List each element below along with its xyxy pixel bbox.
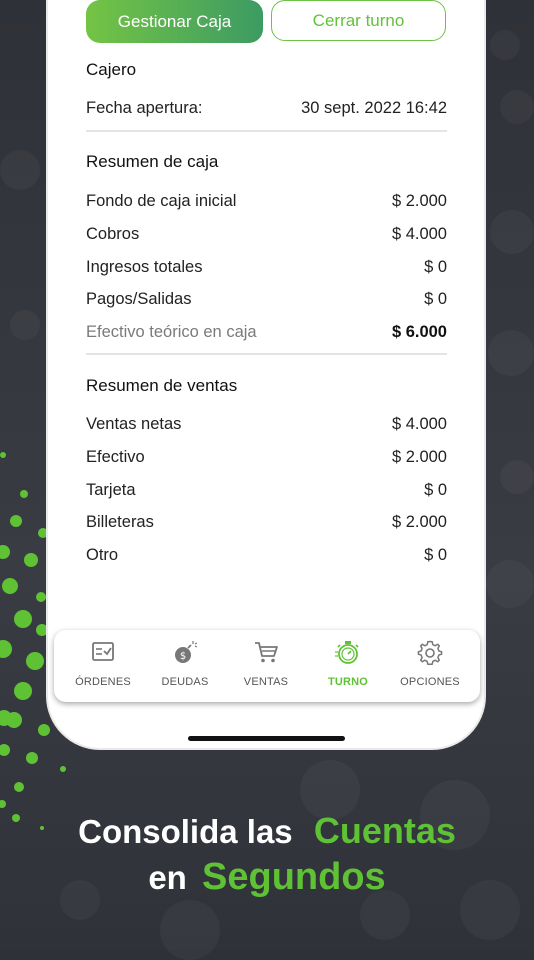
headline-highlight: Cuentas bbox=[313, 810, 456, 851]
row-value: $ 0 bbox=[424, 257, 447, 276]
divider bbox=[86, 353, 447, 355]
cerrar-turno-button[interactable]: Cerrar turno bbox=[271, 0, 446, 41]
row-value: $ 4.000 bbox=[391, 224, 447, 243]
row-value: $ 0 bbox=[424, 289, 447, 308]
row-label: Ventas netas bbox=[86, 414, 182, 433]
headline-text: en bbox=[148, 859, 187, 896]
row-value: $ 2.000 bbox=[391, 191, 447, 210]
sales-row: Ventas netas $ 4.000 bbox=[86, 412, 447, 436]
row-label: Fondo de caja inicial bbox=[86, 191, 237, 210]
tab-label: OPCIONES bbox=[400, 676, 460, 688]
row-value: $ 0 bbox=[424, 545, 447, 564]
resumen-caja-title: Resumen de caja bbox=[86, 152, 219, 171]
summary-row: Cobros $ 4.000 bbox=[86, 222, 447, 246]
divider bbox=[86, 130, 447, 132]
cart-icon bbox=[255, 642, 278, 663]
row-label: Efectivo bbox=[86, 447, 145, 466]
orders-icon bbox=[92, 642, 114, 661]
row-value: $ 0 bbox=[424, 480, 447, 499]
tab-turno[interactable]: TURNO bbox=[308, 638, 388, 698]
fecha-apertura-row: Fecha apertura: 30 sept. 2022 16:42 bbox=[86, 96, 447, 120]
headline-text: Consolida las bbox=[78, 813, 293, 850]
cajero-title: Cajero bbox=[86, 60, 137, 79]
headline-line-1: Consolida las Cuentas bbox=[0, 810, 534, 852]
summary-row: Pagos/Salidas $ 0 bbox=[86, 287, 447, 311]
tab-label: ÓRDENES bbox=[75, 676, 131, 688]
row-value: $ 4.000 bbox=[391, 414, 447, 433]
fecha-apertura-value: 30 sept. 2022 16:42 bbox=[301, 98, 447, 117]
tab-ordenes[interactable]: ÓRDENES bbox=[63, 638, 143, 698]
summary-row: Fondo de caja inicial $ 2.000 bbox=[86, 189, 447, 213]
sales-row: Tarjeta $ 0 bbox=[86, 478, 447, 502]
sales-row: Efectivo $ 2.000 bbox=[86, 445, 447, 469]
debt-bomb-icon: $ bbox=[175, 641, 198, 663]
headline-highlight: Segundos bbox=[202, 856, 386, 898]
row-value: $ 6.000 bbox=[391, 322, 447, 341]
row-label: Billeteras bbox=[86, 512, 154, 531]
row-label: Pagos/Salidas bbox=[86, 289, 192, 308]
row-label: Cobros bbox=[86, 224, 140, 243]
row-value: $ 2.000 bbox=[391, 512, 447, 531]
row-label: Tarjeta bbox=[86, 480, 136, 499]
tab-label: VENTAS bbox=[243, 676, 289, 688]
row-value: $ 2.000 bbox=[391, 447, 447, 466]
row-label: Efectivo teórico en caja bbox=[86, 322, 257, 341]
bottom-tab-bar: ÓRDENES $ DEUDAS VENTAS TURNO OPCIONES bbox=[54, 630, 480, 702]
fecha-apertura-label: Fecha apertura: bbox=[86, 98, 203, 117]
resumen-ventas-title: Resumen de ventas bbox=[86, 376, 238, 395]
headline-line-2: en Segundos bbox=[0, 856, 534, 899]
summary-row: Ingresos totales $ 0 bbox=[86, 255, 447, 279]
row-label: Otro bbox=[86, 545, 119, 564]
tab-label: DEUDAS bbox=[161, 676, 209, 688]
svg-text:$: $ bbox=[180, 651, 186, 662]
stopwatch-icon bbox=[335, 641, 359, 664]
summary-total-row: Efectivo teórico en caja $ 6.000 bbox=[86, 320, 447, 344]
tab-ventas[interactable]: VENTAS bbox=[226, 638, 306, 698]
row-label: Ingresos totales bbox=[86, 257, 203, 276]
tab-deudas[interactable]: $ DEUDAS bbox=[145, 638, 225, 698]
tab-opciones[interactable]: OPCIONES bbox=[390, 638, 470, 698]
tab-label: TURNO bbox=[327, 676, 369, 688]
sales-row: Billeteras $ 2.000 bbox=[86, 510, 447, 534]
gestionar-caja-button[interactable]: Gestionar Caja bbox=[86, 0, 263, 43]
sales-row: Otro $ 0 bbox=[86, 543, 447, 567]
home-indicator bbox=[188, 736, 345, 741]
gear-icon bbox=[417, 640, 443, 665]
